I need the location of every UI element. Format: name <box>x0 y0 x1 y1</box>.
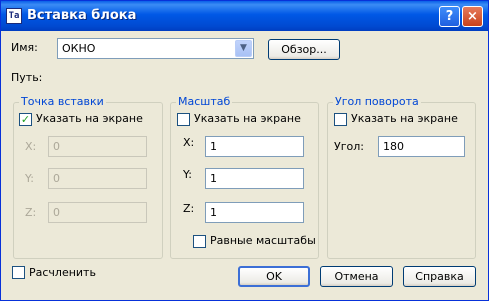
scale-y-label: Y: <box>183 168 192 181</box>
insertion-y-field[interactable]: 0 <box>48 168 147 189</box>
scale-x-label: X: <box>183 136 195 149</box>
help-button[interactable]: Справка <box>403 266 476 287</box>
insertion-specify-label: Указать на экране <box>36 112 143 125</box>
scale-specify-checkbox[interactable] <box>177 113 190 126</box>
explode-checkbox[interactable] <box>12 266 25 279</box>
name-label: Имя: <box>11 41 38 54</box>
insertion-x-field[interactable]: 0 <box>48 136 147 157</box>
name-combobox[interactable]: ОКНО ▼ <box>57 38 254 59</box>
scale-y-field[interactable]: 1 <box>205 168 304 189</box>
window-title: Вставка блока <box>27 8 137 23</box>
insertion-point-title: Точка вставки <box>19 95 106 108</box>
insertion-z-label: Z: <box>25 206 37 219</box>
chevron-down-icon[interactable]: ▼ <box>235 40 252 57</box>
rotation-specify-checkbox[interactable] <box>334 113 347 126</box>
cancel-button[interactable]: Отмена <box>320 266 393 287</box>
insertion-specify-checkbox[interactable]: ✓ <box>19 113 32 126</box>
rotation-specify-label: Указать на экране <box>351 112 458 125</box>
ok-button[interactable]: OK <box>238 266 310 287</box>
browse-button[interactable]: Обзор... <box>268 39 340 60</box>
insertion-z-field[interactable]: 0 <box>48 202 147 223</box>
insert-block-dialog: Ta Вставка блока ? × Имя: ОКНО ▼ Обзор..… <box>0 0 489 301</box>
scale-specify-label: Указать на экране <box>194 112 301 125</box>
insertion-y-label: Y: <box>25 172 34 185</box>
scale-x-field[interactable]: 1 <box>205 136 304 157</box>
rotation-group <box>327 102 476 259</box>
angle-field[interactable]: 180 <box>378 136 465 157</box>
insertion-x-label: X: <box>25 140 37 153</box>
close-icon[interactable]: × <box>462 6 483 27</box>
app-icon: Ta <box>6 8 22 24</box>
scale-z-field[interactable]: 1 <box>205 202 304 223</box>
angle-label: Угол: <box>334 140 364 153</box>
name-value: ОКНО <box>62 42 96 55</box>
title-bar: Ta Вставка блока ? × <box>1 1 488 31</box>
scale-z-label: Z: <box>183 202 195 215</box>
help-icon[interactable]: ? <box>439 6 460 27</box>
uniform-scale-checkbox[interactable] <box>193 235 206 248</box>
uniform-scale-label: Равные масштабы <box>210 234 316 247</box>
rotation-title: Угол поворота <box>333 95 421 108</box>
explode-label: Расчленить <box>29 266 96 279</box>
scale-title: Масштаб <box>176 95 233 108</box>
path-label: Путь: <box>11 71 43 84</box>
